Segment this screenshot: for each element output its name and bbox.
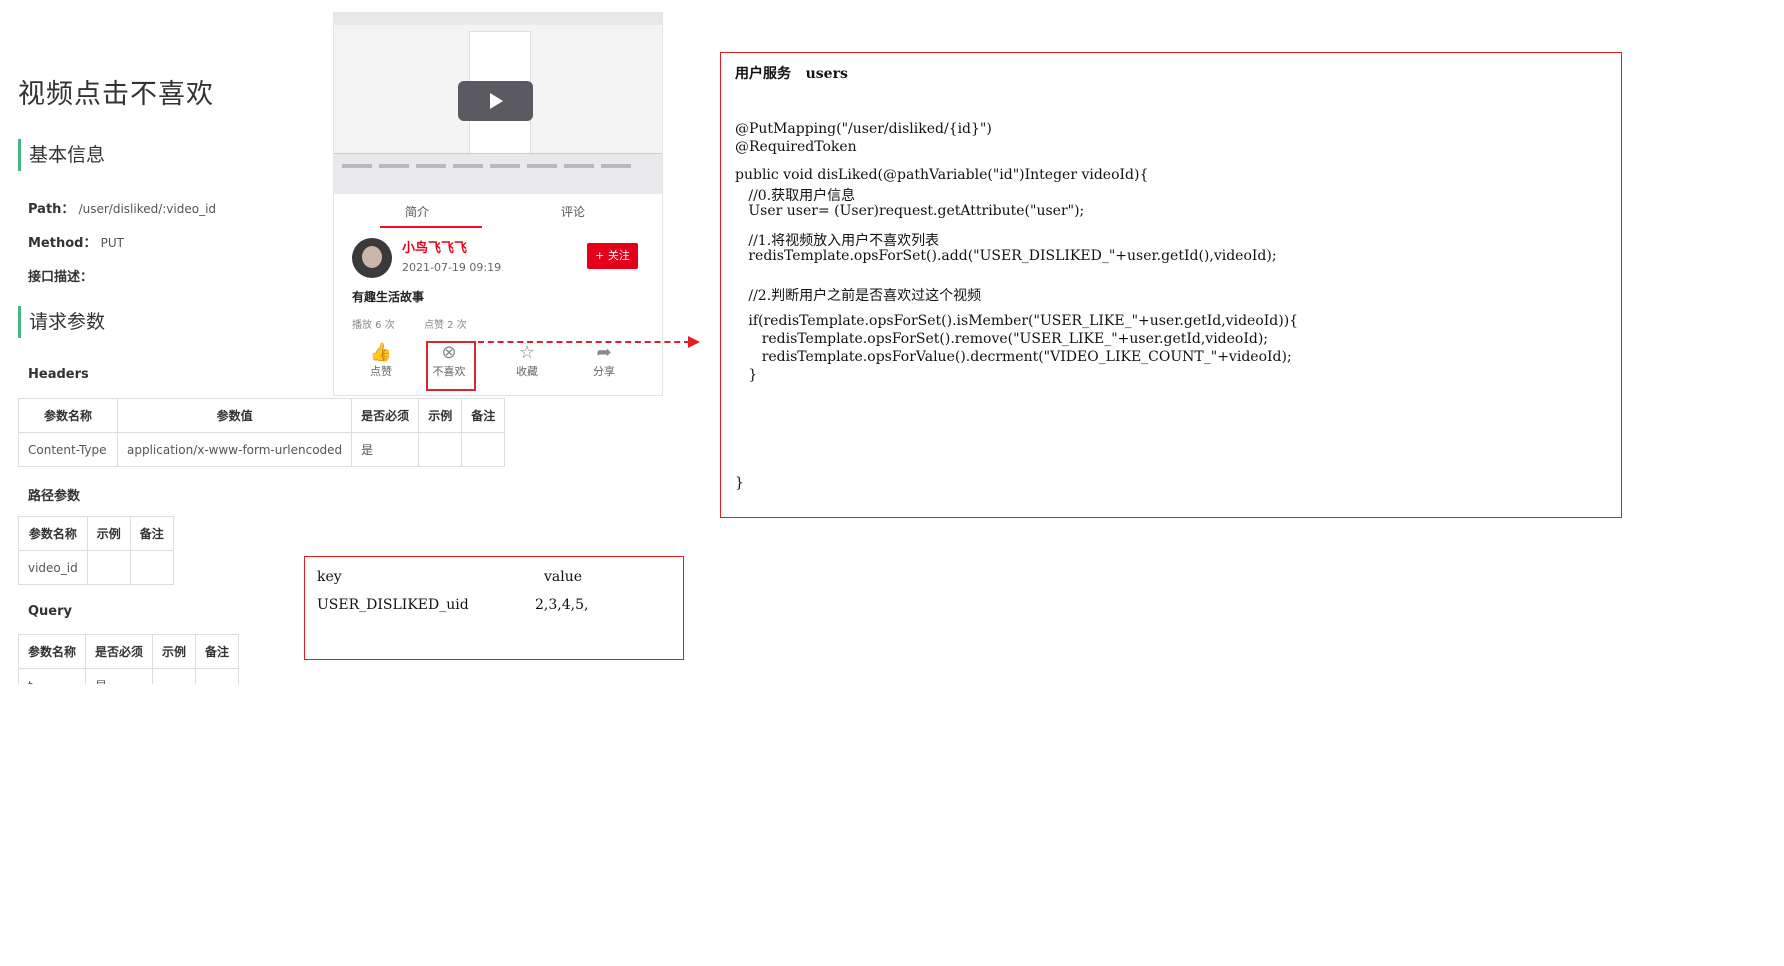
code-line: } xyxy=(735,475,744,491)
key-header: key xyxy=(317,569,342,585)
query-label: Query xyxy=(28,604,73,619)
method-value: PUT xyxy=(100,236,124,250)
query-table-clip: 参数名称 是否必须 示例 备注 t ... 是 xyxy=(18,634,268,684)
code-line: redisTemplate.opsForSet().add("USER_DISL… xyxy=(735,248,1277,264)
page-title: 视频点击不喜欢 xyxy=(18,79,214,110)
col-header: 备注 xyxy=(195,634,240,669)
table-cell: t ... xyxy=(18,668,87,684)
share-icon: ➦ xyxy=(596,342,612,363)
table-cell: 是 xyxy=(85,668,154,684)
publish-date: 2021-07-19 09:19 xyxy=(402,261,502,274)
path-row: Path： /user/disliked/:video_id xyxy=(28,198,216,217)
tab-comments[interactable]: 评论 xyxy=(561,203,585,220)
code-line: } xyxy=(735,367,758,383)
value-header: value xyxy=(544,569,583,585)
code-line: //2.判断用户之前是否喜欢过这个视频 xyxy=(735,288,982,304)
code-line: User user= (User)request.getAttribute("u… xyxy=(735,203,1085,219)
section-basic-info: 基本信息 xyxy=(18,139,105,171)
like-count: 点赞 2 次 xyxy=(424,320,467,331)
taskbar xyxy=(334,153,662,194)
follow-button[interactable]: + 关注 xyxy=(587,243,638,269)
arrow-line xyxy=(478,341,690,343)
description-row: 接口描述： xyxy=(28,266,93,285)
code-line: redisTemplate.opsForValue().decrment("VI… xyxy=(735,349,1292,365)
path-value: /user/disliked/:video_id xyxy=(78,202,217,216)
table-cell xyxy=(129,550,174,585)
method-label: Method： xyxy=(28,236,97,251)
col-header: 参数名称 xyxy=(18,398,118,433)
table-cell: video_id xyxy=(18,550,88,585)
table-row: t ... 是 xyxy=(18,668,240,684)
table-row: Content-Type application/x-www-form-urle… xyxy=(18,432,506,467)
col-header: 备注 xyxy=(129,516,174,551)
star-icon: ☆ xyxy=(518,342,536,363)
col-header: 示例 xyxy=(418,398,463,433)
section-request-params: 请求参数 xyxy=(18,306,105,338)
redis-kv-panel: key value USER_DISLIKED_uid 2,3,4,5, xyxy=(304,556,684,660)
arrow-head-icon xyxy=(688,336,700,348)
play-button-icon[interactable] xyxy=(458,81,533,121)
like-button[interactable]: 👍 点赞 xyxy=(356,343,406,379)
query-table: 参数名称 是否必须 示例 备注 t ... 是 xyxy=(18,634,240,684)
col-header: 示例 xyxy=(86,516,131,551)
like-label: 点赞 xyxy=(370,365,392,378)
thumbs-up-icon: 👍 xyxy=(369,342,393,363)
share-label: 分享 xyxy=(593,365,615,378)
value-value: 2,3,4,5, xyxy=(535,597,589,613)
tab-intro[interactable]: 简介 xyxy=(405,203,429,220)
table-cell xyxy=(195,668,240,684)
video-player[interactable] xyxy=(334,13,662,194)
play-count: 播放 6 次 xyxy=(352,320,395,331)
code-panel: 用户服务 users @PutMapping("/user/disliked/{… xyxy=(720,52,1622,518)
code-line: redisTemplate.opsForSet().remove("USER_L… xyxy=(735,331,1269,347)
code-line: if(redisTemplate.opsForSet().isMember("U… xyxy=(735,313,1299,329)
username[interactable]: 小鸟飞飞飞 xyxy=(402,237,467,256)
description-label: 接口描述： xyxy=(28,270,94,285)
path-label: Path： xyxy=(28,202,75,217)
col-header: 是否必须 xyxy=(351,398,420,433)
col-header: 示例 xyxy=(152,634,197,669)
table-cell: application/x-www-form-urlencoded xyxy=(116,432,353,467)
table-row: video_id xyxy=(18,550,174,585)
col-header: 参数名称 xyxy=(18,634,87,669)
table-header-row: 参数名称 是否必须 示例 备注 xyxy=(18,634,240,669)
table-header-row: 参数名称 参数值 是否必须 示例 备注 xyxy=(18,398,506,433)
col-header: 参数值 xyxy=(116,398,353,433)
table-cell xyxy=(86,550,131,585)
code-line: //0.获取用户信息 xyxy=(735,188,856,204)
browser-bar xyxy=(334,13,662,25)
key-value: USER_DISLIKED_uid xyxy=(317,597,469,613)
favorite-button[interactable]: ☆ 收藏 xyxy=(502,343,552,379)
table-cell: Content-Type xyxy=(18,432,118,467)
headers-label: Headers xyxy=(28,367,89,382)
dislike-highlight-box xyxy=(426,341,476,391)
service-header: 用户服务 users xyxy=(735,66,848,82)
active-tab-indicator xyxy=(380,226,482,228)
col-header: 备注 xyxy=(461,398,506,433)
video-page-screenshot: 简介 评论 小鸟飞飞飞 2021-07-19 09:19 + 关注 有趣生活故事… xyxy=(333,12,663,396)
path-params-label: 路径参数 xyxy=(28,489,81,504)
path-params-table: 参数名称 示例 备注 video_id xyxy=(18,516,174,585)
favorite-label: 收藏 xyxy=(516,365,538,378)
code-line: @PutMapping("/user/disliked/{id}") xyxy=(735,121,992,137)
video-title: 有趣生活故事 xyxy=(352,290,425,304)
method-row: Method： PUT xyxy=(28,232,124,251)
table-cell xyxy=(461,432,506,467)
table-cell: 是 xyxy=(351,432,420,467)
table-header-row: 参数名称 示例 备注 xyxy=(18,516,174,551)
share-button[interactable]: ➦ 分享 xyxy=(579,343,629,379)
col-header: 参数名称 xyxy=(18,516,88,551)
table-cell xyxy=(152,668,197,684)
code-line: //1.将视频放入用户不喜欢列表 xyxy=(735,233,940,249)
headers-table: 参数名称 参数值 是否必须 示例 备注 Content-Type applica… xyxy=(18,398,506,467)
avatar[interactable] xyxy=(352,238,392,278)
col-header: 是否必须 xyxy=(85,634,154,669)
code-line: public void disLiked(@pathVariable("id")… xyxy=(735,167,1149,183)
code-line: @RequiredToken xyxy=(735,139,857,155)
table-cell xyxy=(418,432,463,467)
